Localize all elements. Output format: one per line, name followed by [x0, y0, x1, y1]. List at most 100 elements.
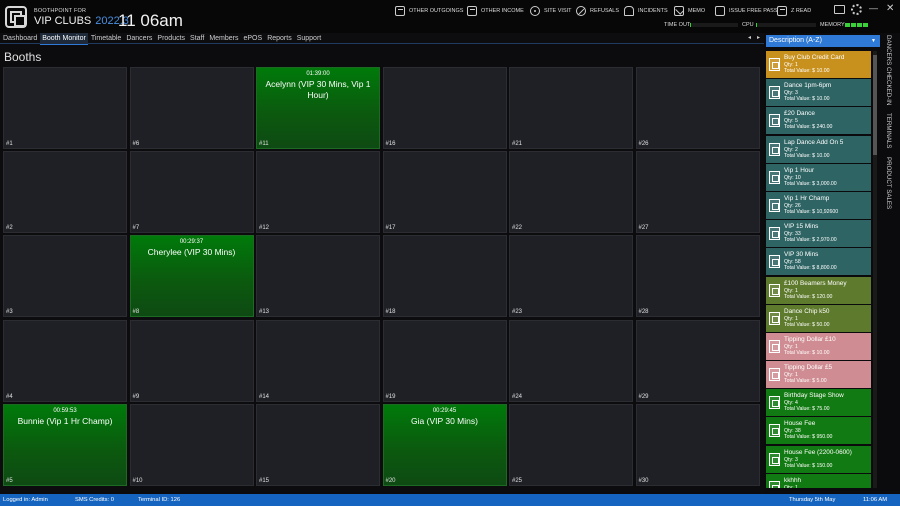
- nav-staff[interactable]: Staff: [188, 33, 206, 44]
- product-total-value: Total Value: $ 10,92600: [784, 208, 839, 215]
- product-total-value: Total Value: $ 10.00: [784, 68, 830, 74]
- booth-tile[interactable]: #25: [509, 403, 633, 486]
- booth-tile[interactable]: #4: [3, 319, 127, 402]
- site-visit-button[interactable]: SITE VISIT: [530, 4, 572, 18]
- booth-tile[interactable]: #6: [129, 67, 254, 149]
- nav-timetable[interactable]: Timetable: [89, 33, 123, 44]
- booth-tile[interactable]: #21: [509, 67, 633, 149]
- sort-dropdown[interactable]: Description (A-Z) ▼: [766, 35, 880, 47]
- incidents-button[interactable]: INCIDENTS: [624, 4, 668, 18]
- no-entry-icon: [576, 6, 586, 16]
- nav-reports[interactable]: Reports: [265, 33, 294, 44]
- nav-support[interactable]: Support: [295, 33, 324, 44]
- product-card[interactable]: VIP 15 Mins Qty: 33 Total Value: $ 2,970.0…: [766, 220, 871, 248]
- location-icon: [530, 6, 540, 16]
- booth-number: #7: [132, 225, 140, 232]
- booth-tile[interactable]: #29: [635, 319, 760, 402]
- booth-tile[interactable]: #1: [3, 67, 127, 149]
- booth-tile[interactable]: #14: [256, 319, 380, 402]
- scrollbar-thumb[interactable]: [873, 55, 877, 155]
- nav-products[interactable]: Products: [155, 33, 187, 44]
- minimize-button[interactable]: —: [869, 3, 878, 13]
- booth-tile[interactable]: #9: [129, 319, 254, 402]
- booth-tile[interactable]: #26: [635, 67, 760, 149]
- nav-booth-monitor[interactable]: Booth Monitor: [40, 33, 88, 45]
- booth-tile[interactable]: #13: [256, 235, 380, 318]
- booth-occupant: Gia (VIP 30 Mins): [411, 415, 478, 426]
- product-card[interactable]: £100 Beamers Money Qty: 1 Total Value: $ 1…: [766, 276, 871, 304]
- product-name: kkhhh: [784, 476, 802, 484]
- product-card[interactable]: Tipping Dollar £10 Qty: 1 Total Value: $ 1…: [766, 332, 871, 360]
- booth-number: #23: [512, 309, 523, 316]
- nav-dancers[interactable]: Dancers: [124, 33, 154, 44]
- booth-tile[interactable]: 00:59:53 Bunnie (Vip 1 Hr Champ) #5: [3, 403, 127, 486]
- product-card[interactable]: House Fee (2200-0600) Qty: 3 Total Value: …: [766, 445, 871, 473]
- nav-dashboard[interactable]: Dashboard: [1, 33, 39, 44]
- product-icon: [769, 170, 780, 184]
- sms-credits: SMS Credits: 0: [75, 497, 114, 503]
- booth-tile[interactable]: #30: [635, 403, 760, 486]
- booth-number: #8: [132, 309, 140, 316]
- product-icon: [769, 227, 780, 241]
- booth-tile[interactable]: #15: [256, 403, 380, 486]
- z-read-button[interactable]: Z READ: [777, 4, 811, 18]
- product-card[interactable]: Buy Club Credit Card Qty: 1 Total Value: $…: [766, 51, 871, 78]
- booth-tile[interactable]: #24: [509, 319, 633, 402]
- booth-tile[interactable]: #23: [509, 235, 633, 318]
- booth-tile[interactable]: #22: [509, 151, 633, 234]
- nav-members[interactable]: Members: [207, 33, 240, 44]
- other-outgoings-button[interactable]: OTHER OUTGOINGS: [395, 4, 463, 18]
- z-read-label: Z READ: [791, 8, 812, 14]
- booth-tile[interactable]: #18: [382, 235, 507, 318]
- product-card[interactable]: Vip 1 Hr Champ Qty: 26 Total Value: $ 10,9…: [766, 191, 871, 219]
- print-icon[interactable]: [834, 5, 845, 14]
- booth-tile[interactable]: #16: [382, 67, 507, 149]
- booth-timer: 00:29:37: [179, 239, 204, 246]
- booth-tile[interactable]: #19: [382, 319, 507, 402]
- brand-title: VIP CLUBS: [34, 15, 92, 27]
- product-total-value: Total Value: $ 10.00: [784, 349, 830, 356]
- product-card[interactable]: £20 Dance Qty: 5 Total Value: $ 240.00: [766, 107, 871, 135]
- product-name: Vip 1 Hour: [784, 166, 815, 174]
- clock: 11 06am: [118, 11, 183, 30]
- nav-epos[interactable]: ePOS: [242, 33, 265, 44]
- booth-tile[interactable]: #7: [129, 151, 254, 234]
- product-list-scrollbar[interactable]: [873, 51, 877, 488]
- booth-tile[interactable]: #12: [256, 151, 380, 234]
- memo-button[interactable]: MEMO: [674, 4, 705, 18]
- booth-tile[interactable]: 01:39:00 Acelynn (VIP 30 Mins, Vip 1 Hour…: [256, 67, 380, 149]
- close-button[interactable]: ✕: [886, 3, 894, 14]
- refusals-button[interactable]: REFUSALS: [576, 4, 619, 18]
- booth-tile[interactable]: #2: [3, 151, 127, 234]
- tab-dancers-checked-in[interactable]: DANCERS CHECKED-IN: [885, 35, 892, 105]
- product-card[interactable]: House Fee Qty: 38 Total Value: $ 950.00: [766, 417, 871, 445]
- product-total-value: Total Value: $ 240.00: [784, 124, 833, 131]
- product-card[interactable]: Vip 1 Hour Qty: 10 Total Value: $ 3,000.00: [766, 163, 871, 191]
- booth-tile[interactable]: #28: [635, 235, 760, 318]
- booth-number: #21: [512, 141, 523, 147]
- tab-terminals[interactable]: TERMINALS: [885, 113, 892, 148]
- booth-tile[interactable]: #3: [3, 235, 127, 318]
- product-card[interactable]: Dance 1pm-6pm Qty: 3 Total Value: $ 10.00: [766, 79, 871, 107]
- cpu-fill: [756, 23, 758, 27]
- nav-next-arrow-icon[interactable]: ▸: [757, 33, 760, 44]
- booth-tile[interactable]: #10: [129, 403, 254, 486]
- settings-icon[interactable]: [851, 4, 862, 15]
- issue-free-pass-button[interactable]: ISSUE FREE PASS: [715, 4, 778, 18]
- alarm-icon: [624, 6, 634, 16]
- booth-tile[interactable]: #17: [382, 151, 507, 234]
- booth-tile[interactable]: 00:29:37 Cherylee (VIP 30 Mins) #8: [129, 235, 254, 318]
- tab-product-sales[interactable]: PRODUCT SALES: [885, 157, 892, 209]
- nav-prev-arrow-icon[interactable]: ◂: [748, 33, 751, 44]
- booth-tile[interactable]: 00:29:45 Gia (VIP 30 Mins) #20: [382, 403, 507, 486]
- product-card[interactable]: Lap Dance Add On 5 Qty: 2 Total Value: $ 1…: [766, 135, 871, 163]
- product-card[interactable]: kkhhh Qty: 1: [766, 473, 871, 488]
- other-income-button[interactable]: OTHER INCOME: [467, 4, 524, 18]
- product-card[interactable]: Tipping Dollar £5 Qty: 1 Total Value: $ 5.…: [766, 361, 871, 389]
- product-name: £100 Beamers Money: [784, 279, 847, 287]
- product-card[interactable]: VIP 30 Mins Qty: 58 Total Value: $ 8,800.0…: [766, 248, 871, 276]
- product-card[interactable]: Birthday Stage Show Qty: 4 Total Value: $ …: [766, 389, 871, 417]
- product-card[interactable]: Dance Chip k50 Qty: 1 Total Value: $ 50.00: [766, 304, 871, 332]
- booth-tile[interactable]: #27: [635, 151, 760, 234]
- brand-name: VIP CLUBS 2022.3: [34, 15, 129, 27]
